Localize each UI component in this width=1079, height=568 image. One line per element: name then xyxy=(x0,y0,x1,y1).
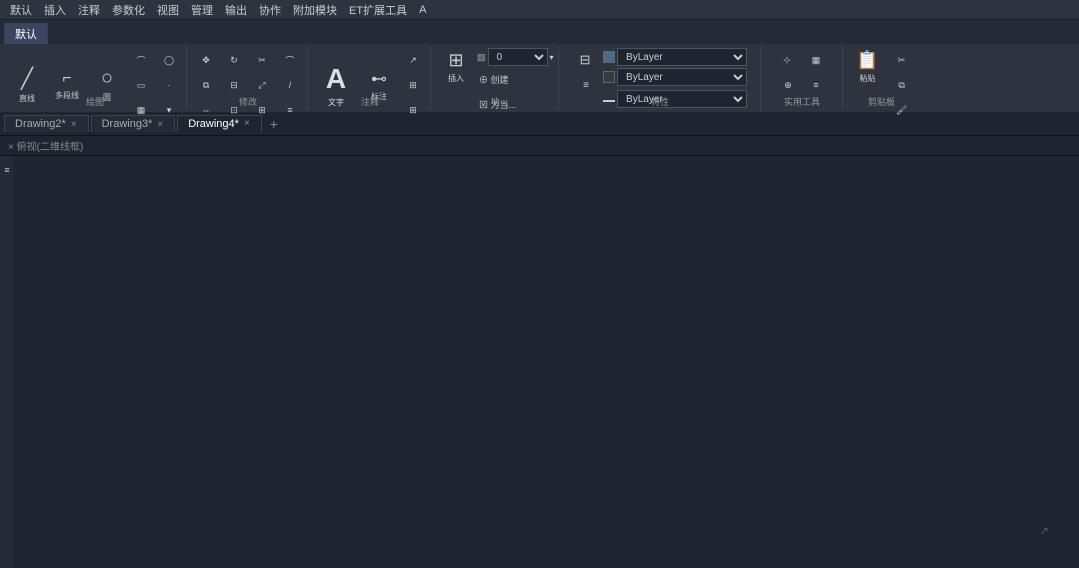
menu-a[interactable]: A xyxy=(413,3,432,17)
menu-view[interactable]: 视图 xyxy=(151,1,185,19)
rotate-tool[interactable]: ↻ xyxy=(221,48,247,72)
menu-parametric[interactable]: 参数化 xyxy=(106,1,151,19)
dimension-tool[interactable]: ⊷ 标注 xyxy=(360,48,398,136)
ribbon-tab-default[interactable]: 默认 xyxy=(4,23,48,44)
copy-tool[interactable]: ⧉ xyxy=(193,73,219,97)
layer-properties-manager[interactable]: ⊟ xyxy=(573,48,597,72)
menu-manage[interactable]: 管理 xyxy=(185,1,219,19)
menu-et[interactable]: ET扩展工具 xyxy=(343,1,413,19)
extend-tool[interactable]: ⤢ xyxy=(249,73,275,97)
line-icon: ╱ xyxy=(21,66,33,91)
convert-to-block[interactable]: ⊠ 为当... xyxy=(477,92,547,116)
block-counter-icon: ▨ xyxy=(477,52,486,63)
ribbon-group-modify: ✥ ⧉ ⇔ ↻ ⊟ ⊡ ✂ ⤢ ⊞ ⌒ / ≡ xyxy=(189,46,308,110)
more-draw[interactable]: ▾ xyxy=(156,98,182,122)
fillet-tool[interactable]: ⌒ xyxy=(277,48,303,72)
mirror-tool[interactable]: ⊟ xyxy=(221,73,247,97)
dimension-icon: ⊷ xyxy=(371,69,387,89)
left-tool-1[interactable]: ≡ xyxy=(1,158,13,182)
table-tool[interactable]: ⊞ xyxy=(400,73,426,97)
properties-group-label: 特性 xyxy=(651,95,669,108)
text-icon: A xyxy=(326,63,346,95)
menu-output[interactable]: 输出 xyxy=(219,1,253,19)
color-select[interactable]: ByLayer xyxy=(617,68,747,86)
menu-addons[interactable]: 附加模块 xyxy=(287,1,343,19)
stretch-tool[interactable]: ⇔ xyxy=(193,98,219,122)
paste-icon: 📋 xyxy=(856,50,878,71)
ribbon-group-draw: ╱ 直线 ⌐ 多段线 ○ 圆 ⌒ ▭ ▦ ◯ · xyxy=(4,46,187,110)
trim-tool[interactable]: ✂ xyxy=(249,48,275,72)
hatch-tool[interactable]: ▦ xyxy=(128,98,154,122)
annotation-group-label: 注释 xyxy=(361,95,379,108)
leader-tool[interactable]: ↗ xyxy=(400,48,426,72)
menu-annotate[interactable]: 注释 xyxy=(72,1,106,19)
menu-bar: 默认 插入 注释 参数化 视图 管理 输出 协作 附加模块 ET扩展工具 A xyxy=(0,0,1079,20)
polyline-icon: ⌐ xyxy=(62,70,71,88)
modify-group-label: 修改 xyxy=(239,95,257,108)
left-toolbar-strip: ≡ xyxy=(0,156,14,568)
ribbon-content: ╱ 直线 ⌐ 多段线 ○ 圆 ⌒ ▭ ▦ ◯ · xyxy=(0,44,1079,112)
block-counter-select[interactable]: 0 xyxy=(488,48,548,66)
ribbon-group-block: ⊞ 插入 ▨ 0 ▾ ⊕ 创建 ⊠ 为当... 块 xyxy=(433,46,559,110)
paste-tool[interactable]: 📋 粘贴 xyxy=(849,48,887,100)
block-group-label: 块 xyxy=(491,95,500,108)
layer-tool-2[interactable]: ≡ xyxy=(573,73,599,97)
create-block[interactable]: ⊕ 创建 xyxy=(477,67,547,91)
draw-group-label: 绘图 xyxy=(86,95,104,108)
linetype-select[interactable]: ByLayer xyxy=(617,90,747,108)
utilities-group-label: 实用工具 xyxy=(784,95,820,108)
ribbon-group-properties: ⊟ ≡ ByLayer ByLayer xyxy=(561,46,761,110)
ellipse-tool[interactable]: ◯ xyxy=(156,48,182,72)
move-tool[interactable]: ✥ xyxy=(193,48,219,72)
ribbon-tabs: 默认 xyxy=(0,20,1079,44)
clipboard-group-label: 剪贴板 xyxy=(868,95,895,108)
ribbon-group-annotation: A 文字 ⊷ 标注 ↗ ⊞ ⊞ 注释 xyxy=(310,46,431,110)
utilities-tools: ⊹ ⊕ ▦ ≡ xyxy=(775,48,829,125)
point-tool[interactable]: · xyxy=(156,73,182,97)
cursor-indicator: ↗ xyxy=(1039,524,1049,538)
menu-default[interactable]: 默认 xyxy=(4,1,38,19)
insert-block-tool[interactable]: ⊞ 插入 xyxy=(437,48,475,100)
menu-insert[interactable]: 插入 xyxy=(38,1,72,19)
menu-collaborate[interactable]: 协作 xyxy=(253,1,287,19)
chamfer-tool[interactable]: / xyxy=(277,73,303,97)
canvas-area[interactable]: ≡ ↗ xyxy=(0,156,1079,568)
ribbon-group-utilities: ⊹ ⊕ ▦ ≡ 实用工具 xyxy=(763,46,843,110)
copy-clipboard-tool[interactable]: ⧉ xyxy=(889,73,915,97)
list-tool[interactable]: ≡ xyxy=(803,73,829,97)
measure-tool[interactable]: ⊹ xyxy=(775,48,799,72)
markup-tool[interactable]: ⊞ xyxy=(400,98,426,122)
layer-select[interactable]: ByLayer xyxy=(617,48,747,66)
arc-tool[interactable]: ⌒ xyxy=(128,48,154,72)
circle-tool[interactable]: ○ 圆 xyxy=(88,48,126,136)
rect-tool[interactable]: ▭ xyxy=(128,73,154,97)
layer-color-swatch xyxy=(603,51,615,63)
text-tool[interactable]: A 文字 xyxy=(314,48,358,136)
cut-tool[interactable]: ✂ xyxy=(889,48,915,72)
id-point-tool[interactable]: ⊕ xyxy=(775,73,801,97)
ribbon-group-clipboard: 📋 粘贴 ✂ ⧉ 🖌 剪贴板 xyxy=(845,46,919,110)
more-modify[interactable]: ≡ xyxy=(277,98,303,122)
line-tool[interactable]: ╱ 直线 xyxy=(8,48,46,136)
circle-icon: ○ xyxy=(101,67,113,90)
linetype-swatch xyxy=(603,100,615,102)
quick-calc-tool[interactable]: ▦ xyxy=(803,48,829,72)
insert-block-icon: ⊞ xyxy=(448,50,463,71)
properties-tools: ⊟ ≡ ByLayer ByLayer xyxy=(573,48,747,136)
color-swatch xyxy=(603,71,615,83)
block-dropdown-icon: ▾ xyxy=(550,53,554,62)
polyline-tool[interactable]: ⌐ 多段线 xyxy=(48,48,86,136)
